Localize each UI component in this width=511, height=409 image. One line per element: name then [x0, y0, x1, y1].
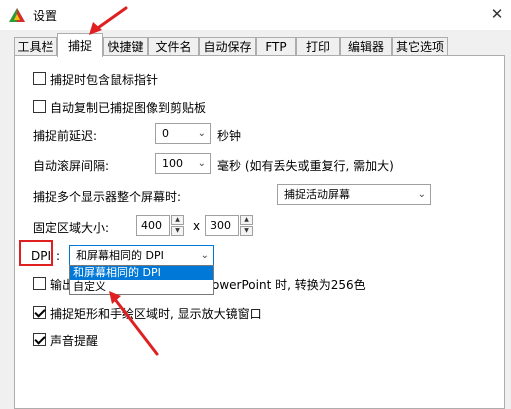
- close-button[interactable]: ✕: [486, 4, 508, 24]
- spin-down-icon[interactable]: ▼: [171, 226, 184, 236]
- multi-monitor-label: 捕捉多个显示器整个屏幕时:: [33, 190, 182, 204]
- window-title: 设置: [33, 9, 58, 23]
- tab-label: 捕捉: [67, 39, 92, 53]
- delay-label: 捕捉前延迟:: [33, 129, 98, 143]
- dpi-option-custom[interactable]: 自定义: [70, 280, 213, 294]
- width-spin-buttons[interactable]: ▲ ▼: [171, 215, 184, 236]
- delay-value: 0: [162, 127, 169, 140]
- tab-label: 编辑器: [347, 40, 384, 54]
- chevron-down-icon: ⌄: [417, 189, 426, 200]
- dpi-colon: :: [56, 249, 61, 263]
- fixed-region-height-input[interactable]: 300: [205, 215, 239, 236]
- tab-ftp[interactable]: FTP: [256, 37, 296, 56]
- tab-other-options[interactable]: 其它选项: [392, 37, 448, 56]
- dpi-dropdown-list: 和屏幕相同的 DPI 自定义: [69, 265, 214, 295]
- magnifier-checkbox[interactable]: [33, 306, 46, 319]
- fixed-region-height-value: 300: [210, 219, 231, 232]
- delay-unit: 秒钟: [217, 129, 242, 143]
- tab-label: 打印: [305, 40, 330, 54]
- multi-monitor-value: 捕捉活动屏幕: [284, 188, 350, 201]
- height-spin-buttons[interactable]: ▲ ▼: [240, 215, 253, 236]
- output-convert-checkbox[interactable]: [33, 277, 46, 290]
- title-bar: 设置 ✕: [0, 0, 511, 30]
- tab-label: 工具栏: [17, 40, 54, 54]
- fixed-region-width-input[interactable]: 400: [136, 215, 170, 236]
- tab-print[interactable]: 打印: [296, 37, 340, 56]
- dpi-select[interactable]: 和屏幕相同的 DPI ⌄: [69, 245, 214, 266]
- tab-autosave[interactable]: 自动保存: [199, 37, 256, 56]
- tab-label: 自动保存: [203, 40, 252, 54]
- sound-label: 声音提醒: [50, 334, 99, 348]
- spin-up-icon[interactable]: ▲: [240, 215, 253, 225]
- dpi-highlight-box: [19, 240, 53, 266]
- multi-monitor-select[interactable]: 捕捉活动屏幕 ⌄: [277, 184, 431, 205]
- size-separator: x: [193, 219, 201, 233]
- dpi-option-same-as-screen[interactable]: 和屏幕相同的 DPI: [70, 266, 213, 280]
- scroll-interval-unit: 毫秒 (如有丢失或重复行, 需加大): [217, 159, 394, 173]
- chevron-down-icon: ⌄: [197, 128, 206, 139]
- chevron-down-icon: ⌄: [197, 158, 206, 169]
- app-logo-icon: [9, 8, 25, 22]
- close-icon: ✕: [490, 5, 504, 23]
- tab-capture[interactable]: 捕捉: [57, 33, 103, 57]
- include-cursor-checkbox[interactable]: [33, 72, 46, 85]
- tab-label: FTP: [265, 40, 287, 54]
- tab-label: 快捷键: [107, 40, 144, 54]
- scroll-interval-select[interactable]: 100 ⌄: [155, 153, 211, 174]
- scroll-interval-label: 自动滚屏间隔:: [33, 159, 110, 173]
- dpi-value: 和屏幕相同的 DPI: [76, 249, 164, 262]
- delay-select[interactable]: 0 ⌄: [155, 123, 211, 144]
- tab-toolbar[interactable]: 工具栏: [14, 37, 57, 56]
- fixed-region-width-value: 400: [141, 219, 162, 232]
- tab-hotkeys[interactable]: 快捷键: [103, 37, 148, 56]
- tab-filename[interactable]: 文件名: [148, 37, 199, 56]
- spin-up-icon[interactable]: ▲: [171, 215, 184, 225]
- scroll-interval-value: 100: [162, 157, 183, 170]
- tab-editor[interactable]: 编辑器: [340, 37, 392, 56]
- spin-down-icon[interactable]: ▼: [240, 226, 253, 236]
- tab-label: 文件名: [155, 40, 192, 54]
- include-cursor-label: 捕捉时包含鼠标指针: [50, 73, 159, 87]
- auto-copy-label: 自动复制已捕捉图像到剪贴板: [50, 101, 207, 115]
- chevron-down-icon: ⌄: [200, 250, 209, 261]
- magnifier-label: 捕捉矩形和手绘区域时, 显示放大镜窗口: [50, 307, 262, 321]
- tab-label: 其它选项: [395, 40, 444, 54]
- sound-checkbox[interactable]: [33, 333, 46, 346]
- output-label-right: owerPoint 时, 转换为256色: [212, 278, 366, 292]
- auto-copy-checkbox[interactable]: [33, 100, 46, 113]
- fixed-region-label: 固定区域大小:: [33, 221, 110, 235]
